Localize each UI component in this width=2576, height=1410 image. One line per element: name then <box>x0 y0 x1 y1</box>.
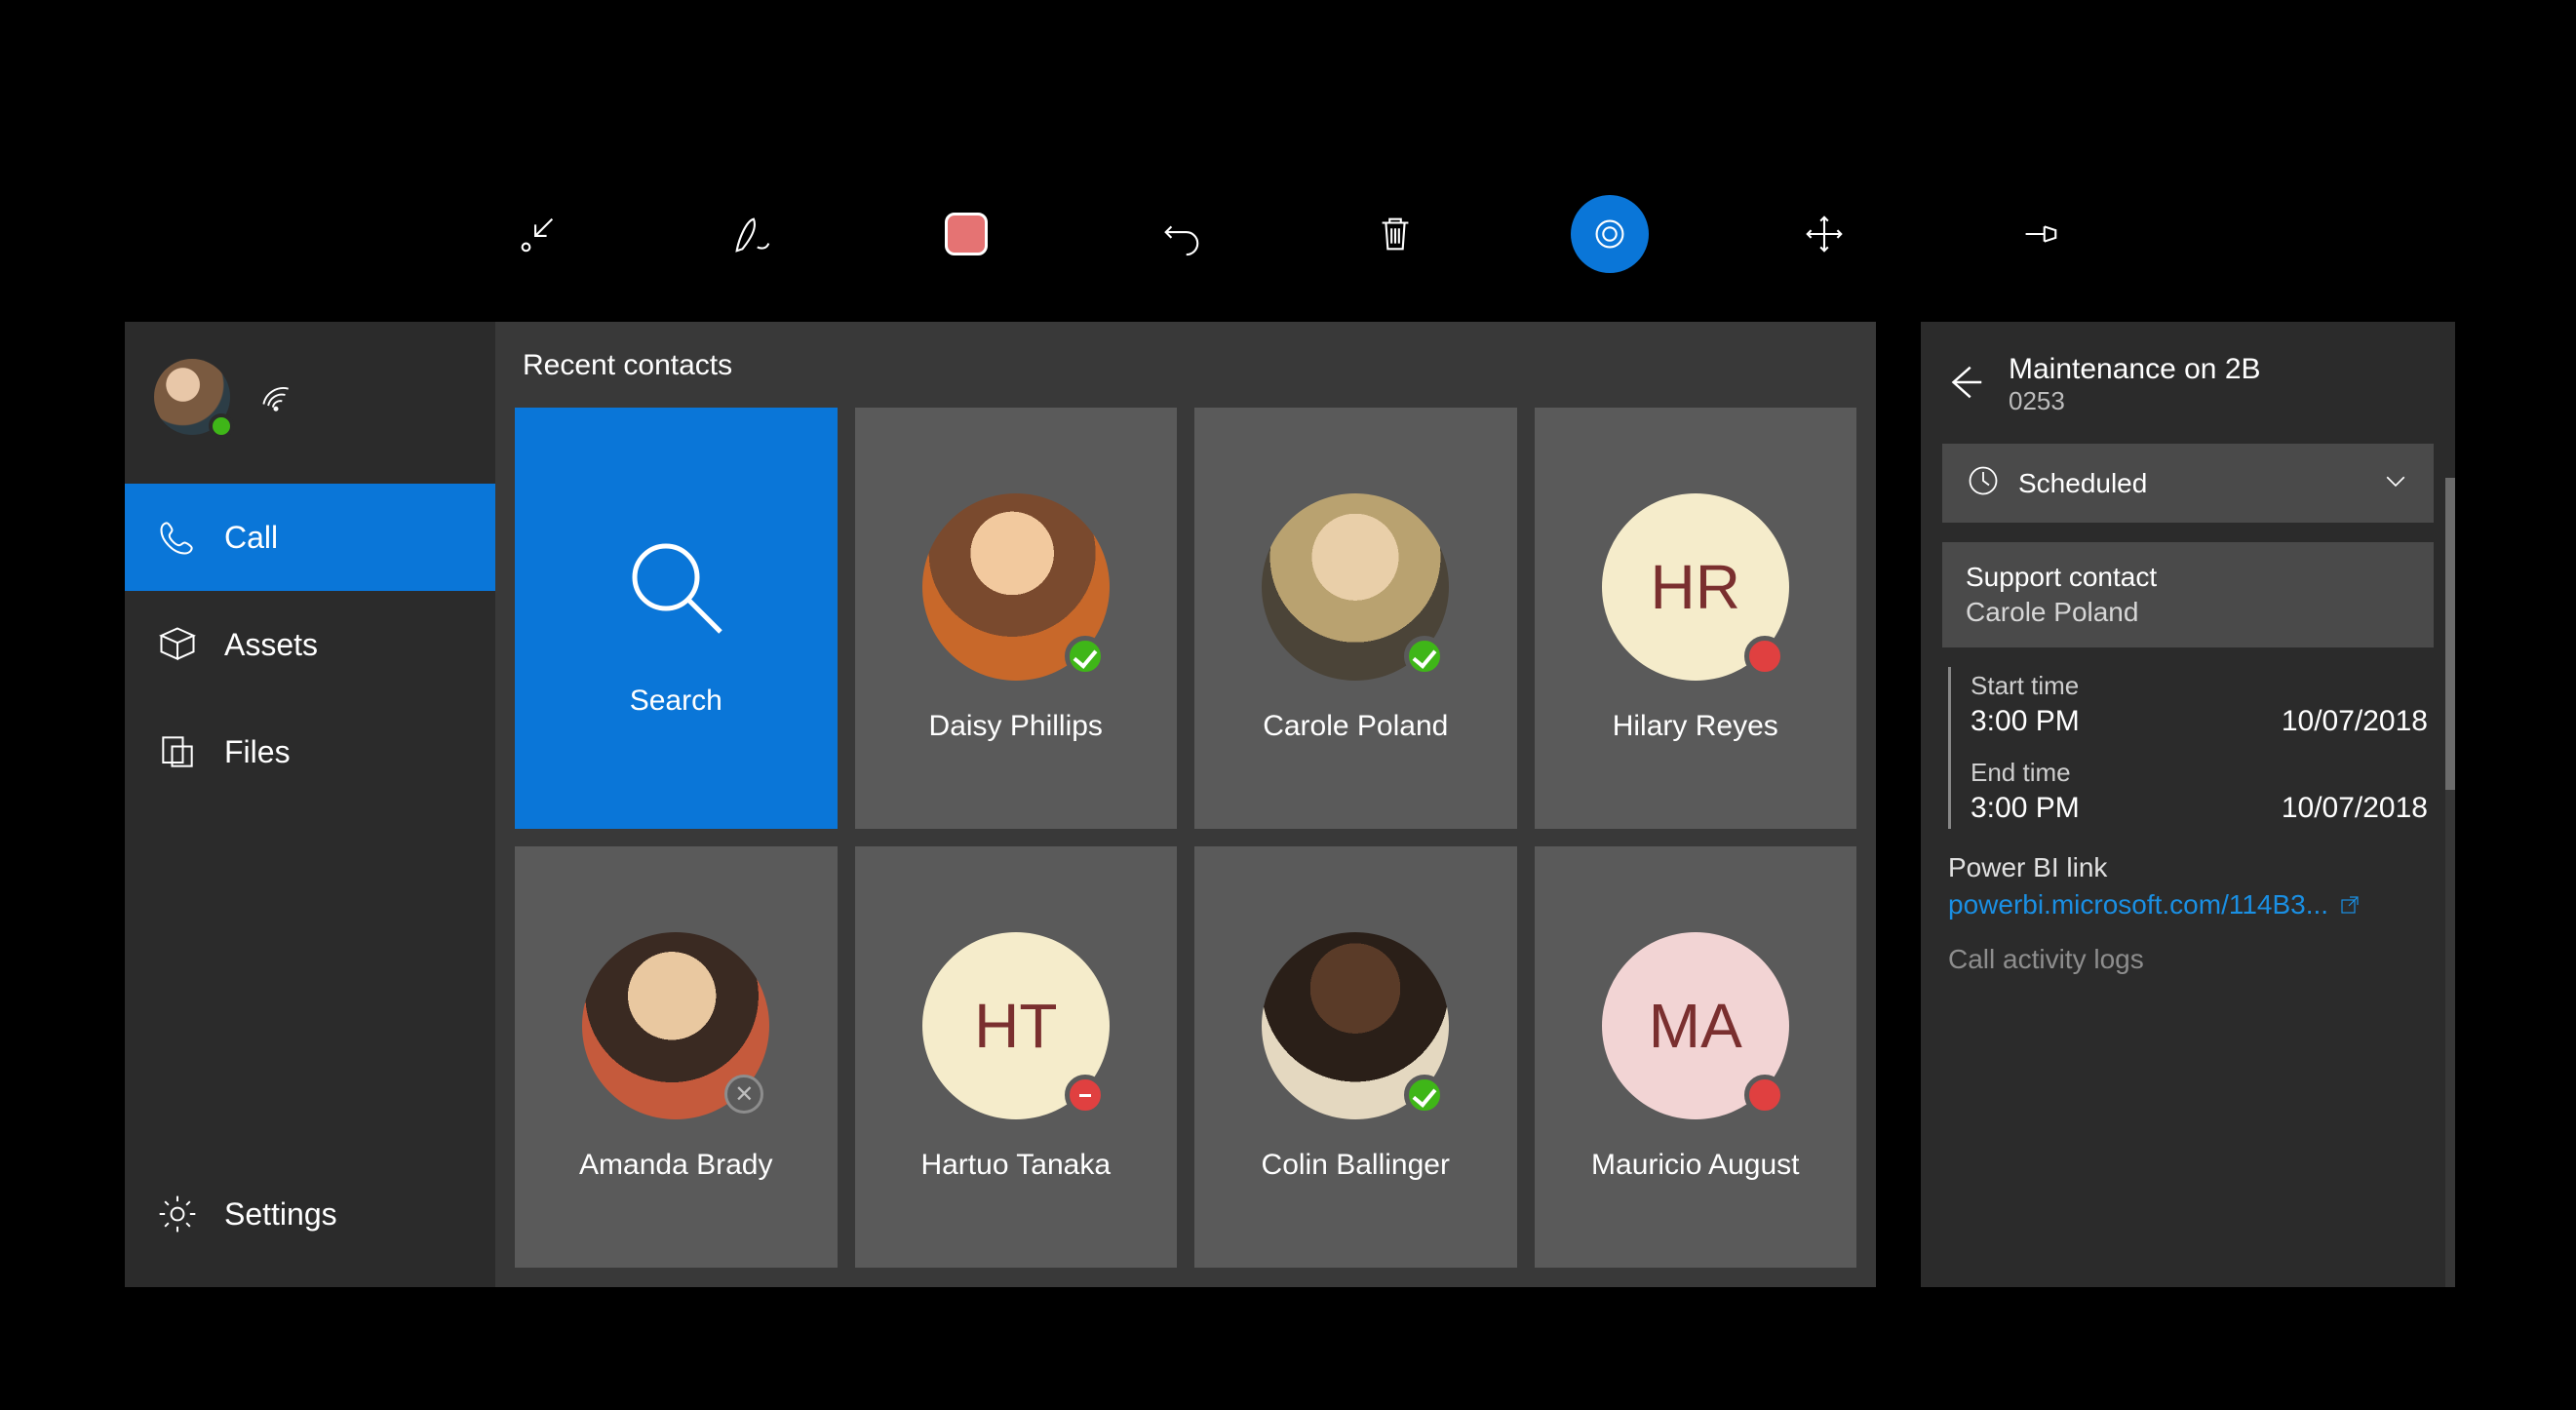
detail-scrollbar[interactable] <box>2445 478 2455 1287</box>
open-external-icon <box>2338 893 2361 917</box>
presence-busy-icon <box>1744 636 1785 677</box>
search-tile-label: Search <box>630 685 722 718</box>
end-time-value: 3:00 PM <box>1971 792 2080 825</box>
contact-name: Daisy Phillips <box>929 710 1103 743</box>
detail-panel: Maintenance on 2B 0253 Scheduled Support… <box>1921 322 2455 1287</box>
contact-tile[interactable]: HR Hilary Reyes <box>1535 408 1857 829</box>
chevron-down-icon <box>2381 466 2410 500</box>
user-avatar[interactable] <box>154 359 230 435</box>
presence-busy-icon <box>1744 1075 1785 1116</box>
contact-name: Hartuo Tanaka <box>920 1149 1111 1182</box>
start-time-label: Start time <box>1971 671 2428 701</box>
sidebar: Call Assets Files Settings <box>125 322 495 1287</box>
presence-offline-icon: ✕ <box>724 1075 763 1114</box>
sidebar-item-assets[interactable]: Assets <box>125 591 495 698</box>
sidebar-item-label: Assets <box>224 627 318 663</box>
detail-subtitle: 0253 <box>2009 386 2261 416</box>
contact-name: Amanda Brady <box>579 1149 772 1182</box>
end-time-label: End time <box>1971 758 2428 788</box>
support-contact-label: Support contact <box>1966 562 2410 593</box>
powerbi-link-block: Power BI link powerbi.microsoft.com/114B… <box>1942 848 2434 924</box>
minimize-icon[interactable] <box>498 195 576 273</box>
contact-name: Carole Poland <box>1263 710 1448 743</box>
cortana-icon[interactable] <box>1571 195 1649 273</box>
presence-available-icon <box>1404 1075 1445 1116</box>
support-contact-name: Carole Poland <box>1966 597 2410 628</box>
detail-title: Maintenance on 2B <box>2009 353 2261 386</box>
sidebar-item-label: Call <box>224 520 278 556</box>
contact-tile[interactable]: MA Mauricio August <box>1535 846 1857 1268</box>
start-time-row: Start time 3:00 PM 10/07/2018 <box>1971 671 2428 738</box>
avatar: HT <box>922 932 1110 1119</box>
presence-available-icon <box>1065 636 1106 677</box>
contacts-grid: Search Daisy Phillips Carole <box>515 408 1856 1268</box>
contact-tile[interactable]: HT Hartuo Tanaka <box>855 846 1178 1268</box>
clock-icon <box>1966 463 2001 503</box>
search-icon <box>607 519 744 655</box>
undo-icon[interactable] <box>1142 195 1220 273</box>
start-time-value: 3:00 PM <box>1971 705 2080 738</box>
avatar: ✕ <box>582 932 769 1119</box>
contact-name: Mauricio August <box>1591 1149 1799 1182</box>
avatar: HR <box>1602 493 1789 681</box>
sidebar-item-settings[interactable]: Settings <box>125 1160 495 1268</box>
contact-tile[interactable]: ✕ Amanda Brady <box>515 846 838 1268</box>
sidebar-item-call[interactable]: Call <box>125 484 495 591</box>
contact-name: Hilary Reyes <box>1613 710 1778 743</box>
back-button[interactable] <box>1942 360 1987 410</box>
activity-logs-heading: Call activity logs <box>1942 944 2434 975</box>
avatar <box>922 493 1110 681</box>
detail-header: Maintenance on 2B 0253 <box>1942 343 2434 424</box>
powerbi-link[interactable]: powerbi.microsoft.com/114B3... <box>1948 889 2361 920</box>
avatar <box>1262 932 1449 1119</box>
ink-icon[interactable] <box>713 195 791 273</box>
contact-tile[interactable]: Carole Poland <box>1194 408 1517 829</box>
status-dropdown[interactable]: Scheduled <box>1942 444 2434 523</box>
profile-area <box>125 345 495 484</box>
top-toolbar <box>0 176 2576 293</box>
wifi-icon[interactable] <box>257 376 294 418</box>
pin-icon[interactable] <box>2000 195 2078 273</box>
search-tile[interactable]: Search <box>515 408 838 829</box>
sidebar-nav: Call Assets Files Settings <box>125 484 495 1287</box>
end-time-row: End time 3:00 PM 10/07/2018 <box>1971 758 2428 825</box>
sidebar-item-label: Files <box>224 734 291 770</box>
sidebar-item-label: Settings <box>224 1196 337 1233</box>
app-window: Call Assets Files Settings Recent co <box>125 322 2455 1287</box>
contact-tile[interactable]: Colin Ballinger <box>1194 846 1517 1268</box>
avatar: MA <box>1602 932 1789 1119</box>
sidebar-item-files[interactable]: Files <box>125 698 495 805</box>
status-label: Scheduled <box>2018 468 2147 499</box>
start-date-value: 10/07/2018 <box>2282 705 2428 738</box>
contact-name: Colin Ballinger <box>1262 1149 1450 1182</box>
trash-icon[interactable] <box>1356 195 1434 273</box>
contacts-panel: Recent contacts Search Daisy Phillips <box>495 322 1876 1287</box>
contact-tile[interactable]: Daisy Phillips <box>855 408 1178 829</box>
presence-available-icon <box>209 413 234 439</box>
stop-icon[interactable] <box>927 195 1005 273</box>
powerbi-link-label: Power BI link <box>1948 852 2428 883</box>
end-date-value: 10/07/2018 <box>2282 792 2428 825</box>
presence-available-icon <box>1404 636 1445 677</box>
presence-dnd-icon <box>1065 1075 1106 1116</box>
section-title: Recent contacts <box>515 345 1856 388</box>
time-block: Start time 3:00 PM 10/07/2018 End time 3… <box>1948 667 2434 829</box>
support-contact-card[interactable]: Support contact Carole Poland <box>1942 542 2434 647</box>
move-icon[interactable] <box>1785 195 1863 273</box>
avatar <box>1262 493 1449 681</box>
